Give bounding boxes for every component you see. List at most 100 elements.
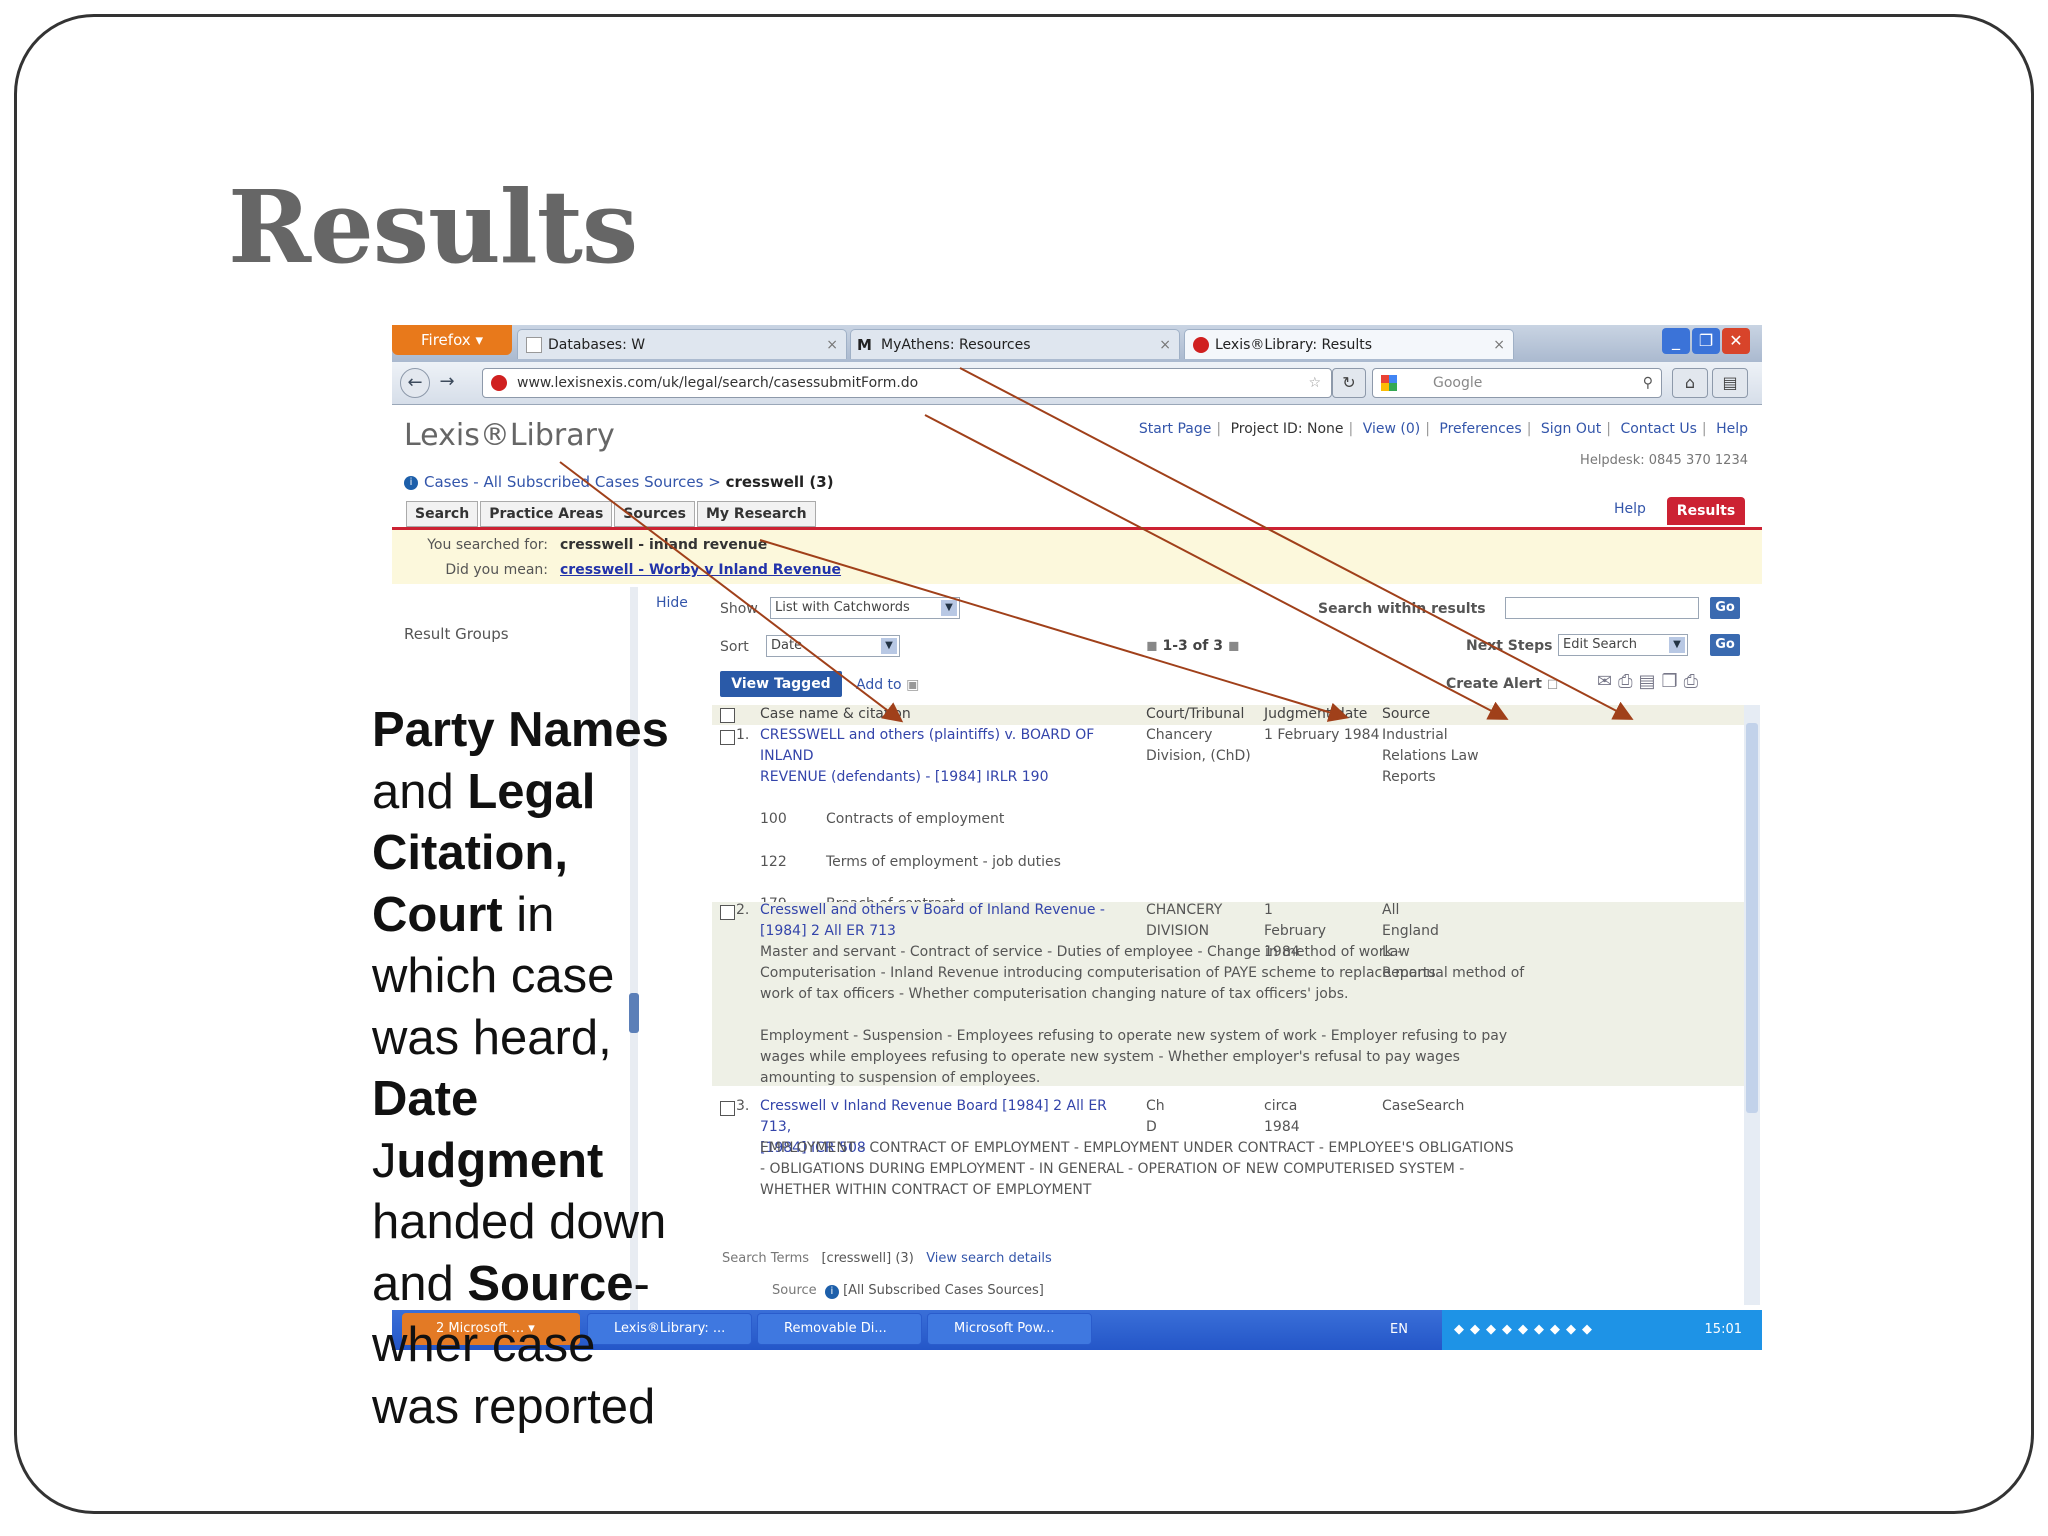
tray-icons[interactable]: ◆◆◆◆◆◆◆◆◆ [1454, 1322, 1598, 1337]
source-cell: CaseSearch [1382, 1098, 1465, 1114]
lexis-library-logo[interactable]: Lexis®Library [404, 418, 615, 453]
search-within-input[interactable] [1505, 597, 1699, 619]
restore-icon[interactable]: ❐ [1692, 328, 1720, 354]
delivery-icons: ✉⎙▤❐⎙ [1597, 671, 1704, 692]
tab-results[interactable]: Results [1667, 497, 1745, 525]
row-checkbox[interactable] [720, 1101, 735, 1116]
info-icon: i [404, 475, 418, 490]
next-page-icon[interactable]: ◼ [1228, 638, 1240, 654]
start-page-link[interactable]: Start Page [1139, 421, 1212, 437]
google-icon [1381, 375, 1397, 391]
reload-icon[interactable]: ↻ [1332, 368, 1366, 398]
date-cell: 1 February 1984 [1264, 727, 1380, 743]
case-title-link[interactable]: CRESSWELL and others (plaintiffs) v. BOA… [760, 725, 1140, 788]
create-alert-link[interactable]: Create Alert ◻ [1446, 676, 1558, 692]
results-scrollbar[interactable] [1744, 705, 1760, 1305]
browser-tab-myathens[interactable]: M MyAthens: Resources × [850, 329, 1180, 359]
row-checkbox[interactable] [720, 730, 735, 745]
email-icon[interactable]: ✉ [1597, 671, 1618, 692]
select-all-checkbox[interactable] [720, 708, 735, 723]
contact-us-link[interactable]: Contact Us [1620, 421, 1696, 437]
close-window-icon[interactable]: ✕ [1722, 328, 1750, 354]
header-source[interactable]: Source [1382, 706, 1430, 722]
add-to-link[interactable]: Add to ▣ [856, 677, 919, 693]
help-tab-link[interactable]: Help [1614, 501, 1646, 517]
helpdesk-number: Helpdesk: 0845 370 1234 [1580, 453, 1748, 468]
tab-search[interactable]: Search [406, 501, 479, 527]
source-cell: Industrial Relations Law Reports [1382, 727, 1479, 785]
view-tagged-button[interactable]: View Tagged [720, 671, 842, 697]
result-groups-heading: Result Groups [404, 625, 509, 643]
chevron-down-icon: ▼ [941, 600, 957, 616]
search-summary: You searched for: cresswell - inland reve… [392, 530, 1762, 584]
source-footer: Source i [All Subscribed Cases Sources] [772, 1283, 1044, 1299]
home-icon[interactable]: ⌂ [1672, 368, 1708, 398]
printer-icon[interactable]: ⎙ [1684, 671, 1704, 692]
toolbar-icon[interactable]: ▤ [1712, 368, 1748, 398]
firefox-menu-button[interactable]: Firefox ▾ [392, 325, 512, 355]
sort-label: Sort [720, 639, 749, 655]
top-links: Start Page | Project ID: None | View (0) | … [1138, 421, 1748, 437]
caption-run: J [372, 1133, 397, 1188]
close-tab-icon[interactable]: × [1159, 330, 1171, 359]
system-tray: ◆◆◆◆◆◆◆◆◆ 15:01 [1442, 1310, 1762, 1350]
search-within-go-button[interactable]: Go [1710, 597, 1740, 619]
browser-tab-lexis[interactable]: Lexis®Library: Results × [1184, 329, 1514, 359]
tab-sources[interactable]: Sources [614, 501, 695, 527]
preferences-link[interactable]: Preferences [1439, 421, 1521, 437]
searched-for-label: You searched for: [427, 537, 548, 553]
did-you-mean-link[interactable]: cresswell - Worby v Inland Revenue [560, 562, 841, 578]
chevron-down-icon: ▼ [881, 638, 897, 654]
sort-select[interactable]: Date ▼ [766, 635, 900, 657]
search-terms-footer: Search Terms [cresswell] (3) View search… [722, 1251, 1052, 1266]
save-icon[interactable]: ▤ [1639, 671, 1662, 692]
site-favicon-icon [491, 375, 507, 391]
header-case-name[interactable]: Case name & citation [760, 706, 911, 722]
prev-page-icon[interactable]: ◼ [1146, 638, 1158, 654]
taskbar-item-powerpoint[interactable]: Microsoft Pow... [927, 1313, 1092, 1345]
row-checkbox[interactable] [720, 905, 735, 920]
info-icon: i [824, 1285, 839, 1299]
header-judgment-date[interactable]: Judgment date [1264, 706, 1367, 722]
search-within-label: Search within results [1318, 601, 1486, 617]
view-link[interactable]: View (0) [1363, 421, 1421, 437]
close-tab-icon[interactable]: × [1493, 330, 1505, 359]
url-bar[interactable]: www.lexisnexis.com/uk/legal/search/cases… [482, 368, 1332, 398]
help-link[interactable]: Help [1716, 421, 1748, 437]
catchword: 100 Contracts of employment [760, 811, 1005, 827]
header-court[interactable]: Court/Tribunal [1146, 706, 1244, 722]
row-number: 3. [736, 1098, 750, 1114]
breadcrumb-link[interactable]: Cases - All Subscribed Cases Sources [424, 473, 703, 491]
scrollbar-thumb[interactable] [1746, 723, 1758, 1113]
project-id[interactable]: Project ID: None [1231, 421, 1344, 437]
alert-icon: ◻ [1546, 676, 1559, 692]
view-search-details-link[interactable]: View search details [926, 1251, 1052, 1266]
forward-arrow-icon[interactable]: → [436, 368, 458, 398]
taskbar-item-removable[interactable]: Removable Di... [757, 1313, 922, 1345]
minimize-icon[interactable]: _ [1662, 328, 1690, 354]
caption-run: Date [372, 1072, 479, 1126]
page-icon [526, 337, 542, 353]
caption-run: and [372, 764, 468, 819]
language-indicator[interactable]: EN [1390, 1310, 1408, 1350]
sign-out-link[interactable]: Sign Out [1541, 421, 1601, 437]
tab-my-research[interactable]: My Research [697, 501, 816, 527]
hide-sidebar-link[interactable]: Hide [656, 595, 688, 611]
lexis-icon [1193, 337, 1209, 353]
caption-run: Party Names [372, 703, 669, 757]
next-steps-go-button[interactable]: Go [1710, 634, 1740, 656]
print-icon[interactable]: ⎙ [1618, 671, 1638, 692]
copy-icon[interactable]: ❐ [1662, 671, 1684, 692]
show-select[interactable]: List with Catchwords ▼ [770, 597, 960, 619]
caption-run: Source [467, 1256, 634, 1311]
back-arrow-icon[interactable]: ← [400, 368, 430, 398]
browser-tab-databases[interactable]: Databases: W × [517, 329, 847, 359]
tab-practice-areas[interactable]: Practice Areas [480, 501, 613, 527]
bookmark-star-icon[interactable]: ☆ [1308, 369, 1321, 397]
search-icon[interactable]: ⚲ [1643, 369, 1653, 397]
close-tab-icon[interactable]: × [826, 330, 838, 359]
case-title-link[interactable]: Cresswell and others v Board of Inland R… [760, 900, 1140, 942]
search-engine-box[interactable]: Google ⚲ [1372, 368, 1662, 398]
next-steps-select[interactable]: Edit Search ▼ [1558, 634, 1688, 656]
court-cell: Chancery Division, (ChD) [1146, 727, 1251, 764]
